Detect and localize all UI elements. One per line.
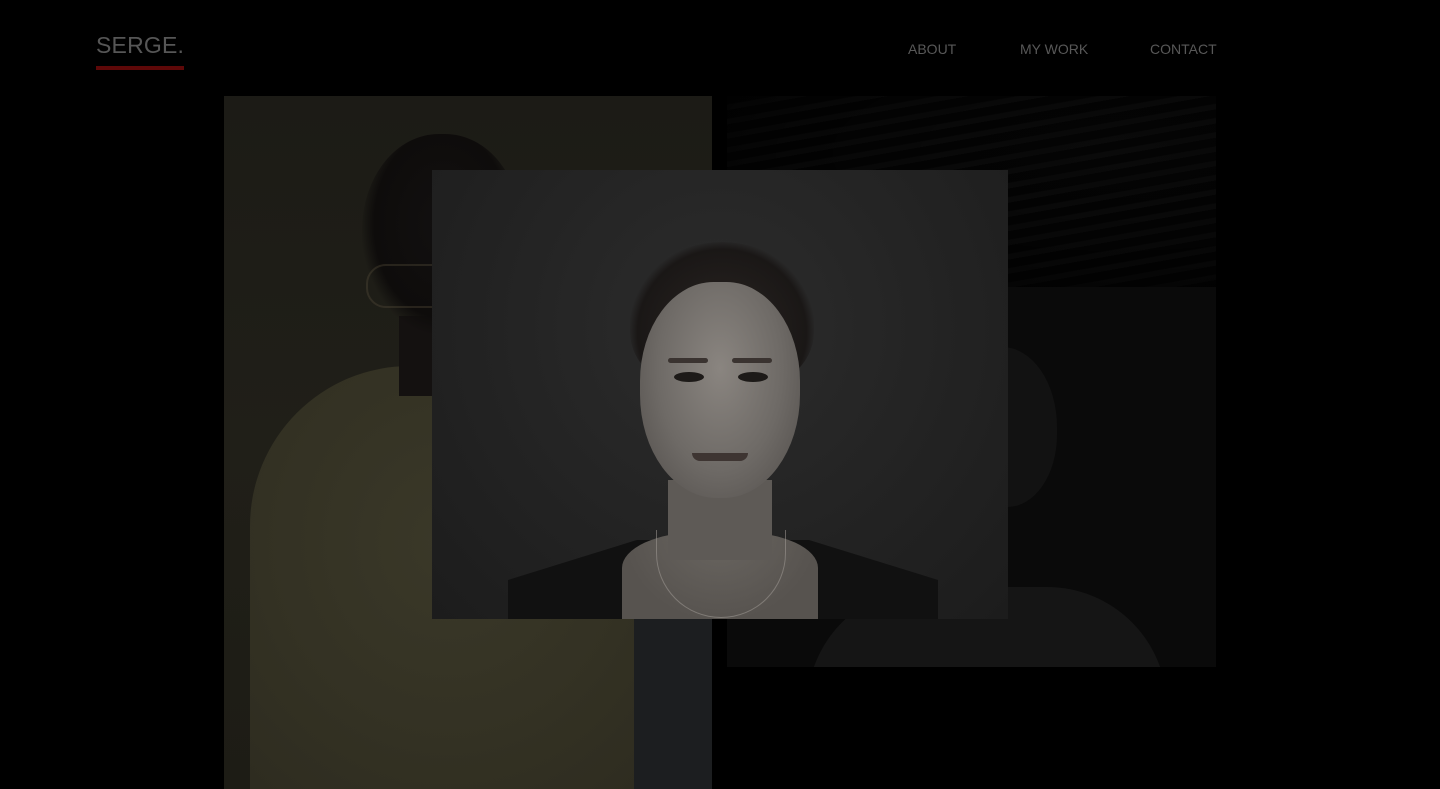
face-shape — [640, 282, 800, 498]
page: SERGE. ABOUT MY WORK CONTACT — [0, 0, 1440, 789]
right-eyebrow-shape — [732, 358, 772, 363]
left-eyebrow-shape — [668, 358, 708, 363]
portrait-woman-photo[interactable] — [432, 170, 1008, 619]
nav-about-link[interactable]: ABOUT — [908, 40, 1020, 58]
logo-link[interactable]: SERGE. — [96, 31, 185, 70]
left-eye-shape — [674, 372, 704, 382]
mouth-shape — [692, 453, 748, 461]
right-eye-shape — [738, 372, 768, 382]
main-nav: ABOUT MY WORK CONTACT — [908, 40, 1220, 58]
background-shadow — [634, 616, 712, 789]
nav-my-work-link[interactable]: MY WORK — [1020, 40, 1150, 58]
nav-contact-link[interactable]: CONTACT — [1150, 40, 1220, 58]
